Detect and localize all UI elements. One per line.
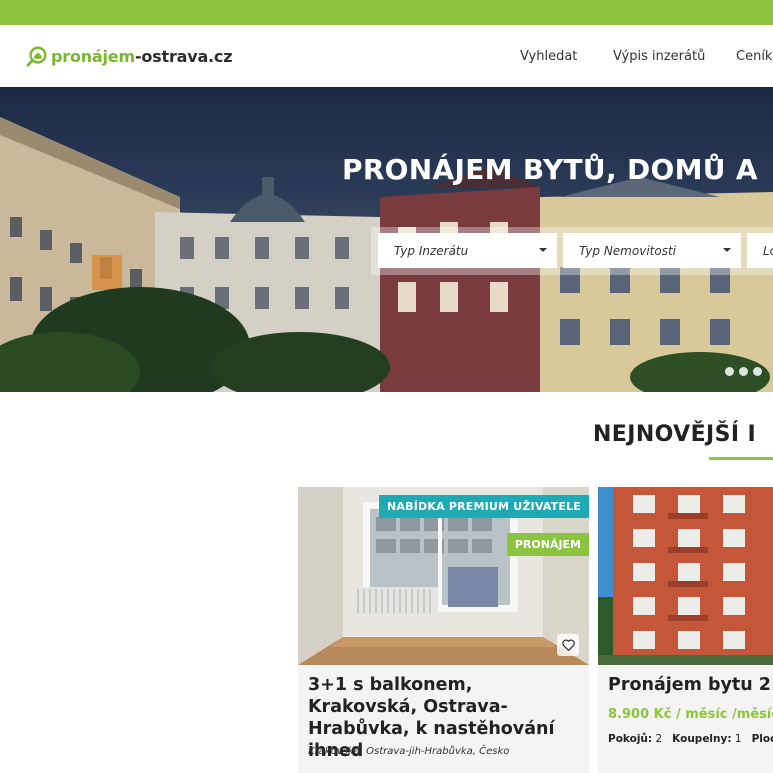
apartment-building-image [598,487,773,665]
listing-params: Pokojů: 2 Koupelny: 1 Plocha [608,733,773,745]
section-title: NEJNOVĚJŠÍ I [593,422,757,447]
site-header: pronájem-ostrava.cz Vyhledat Výpis inzer… [0,25,773,87]
listing-price: 8.900 Kč / měsíc /měsíc [608,707,773,722]
heart-icon [561,639,575,651]
param-area-label: Plocha [751,733,773,745]
listing-photo[interactable] [598,487,773,665]
listing-address: Krakovská, Ostrava-jih-Hrabůvka, Česko [308,746,510,757]
listing-title[interactable]: Pronájem bytu 2+ [608,674,773,696]
favorite-button[interactable] [557,634,579,656]
slider-dots [725,367,762,376]
top-accent-bar [0,0,773,25]
location-select[interactable]: Lo [747,233,773,268]
site-logo[interactable]: pronájem-ostrava.cz [26,43,233,69]
search-bar: Typ Inzerátu Typ Nemovitosti Lo [371,227,773,275]
search-house-icon [26,46,47,67]
nav-vyhledat[interactable]: Vyhledat [520,25,577,87]
param-bathrooms-value: 1 [734,733,742,745]
param-rooms-label: Pokojů: [608,733,653,745]
hero-slider: PRONÁJEM BYTŮ, DOMŮ A Typ Inzerátu Typ N… [0,87,773,392]
logo-text-dark: -ostrava.cz [134,46,233,66]
param-rooms-value: 2 [655,733,663,745]
nav-cenik[interactable]: Ceník [736,25,772,87]
listing-type-badge: PRONÁJEM [506,533,589,556]
slider-dot[interactable] [753,367,762,376]
param-bathrooms-label: Koupelny: [672,733,732,745]
chevron-down-icon [723,248,731,252]
listing-card[interactable]: NABÍDKA PREMIUM UŽIVATELE PRONÁJEM 3+1 s… [298,487,589,773]
section-title-underline [709,457,773,460]
slider-dot[interactable] [739,367,748,376]
hero-title: PRONÁJEM BYTŮ, DOMŮ A [342,153,758,186]
chevron-down-icon [539,248,547,252]
logo-text-green: pronájem [51,46,135,66]
listing-card[interactable]: Pronájem bytu 2+ 8.900 Kč / měsíc /měsíc… [598,487,773,773]
listing-type-select[interactable]: Typ Inzerátu [378,233,557,268]
nav-vypis-inzeratu[interactable]: Výpis inzerátů [613,25,705,87]
property-type-select[interactable]: Typ Nemovitosti [563,233,741,268]
premium-badge: NABÍDKA PREMIUM UŽIVATELE [379,495,589,518]
slider-dot[interactable] [725,367,734,376]
